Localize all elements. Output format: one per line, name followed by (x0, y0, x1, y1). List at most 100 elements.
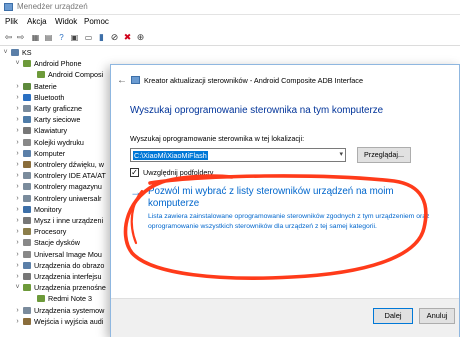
chevron-right-icon[interactable]: › (14, 272, 21, 282)
tree-item-label: Monitory (34, 204, 62, 214)
chevron-right-icon[interactable]: › (14, 194, 21, 204)
chevron-right-icon[interactable]: › (14, 160, 21, 170)
disable-device-icon[interactable]: ⊘ (109, 32, 120, 43)
menu-action[interactable]: Akcja (27, 17, 47, 26)
tree-item[interactable]: › Urządzenia systemow (0, 306, 122, 316)
chevron-right-icon[interactable]: › (14, 104, 21, 114)
chevron-right-icon[interactable]: › (14, 82, 21, 92)
tree-item[interactable]: Android Composi (0, 70, 122, 80)
tree-item[interactable]: › Monitory (0, 205, 122, 215)
page-heading: Wyszukaj oprogramowanie sterownika na ty… (130, 105, 384, 116)
properties-icon[interactable]: ▦ (30, 32, 41, 43)
tree-item[interactable]: › Komputer (0, 149, 122, 159)
chevron-right-icon[interactable]: › (14, 216, 21, 226)
tree-item[interactable]: › Universal Image Mou (0, 250, 122, 260)
device-tree: ˅ KS ˅ Android Phone Android Composi › Baterie… (0, 47, 122, 337)
tree-item[interactable]: › Kontrolery IDE ATA/AT (0, 171, 122, 181)
chevron-right-icon[interactable]: › (14, 126, 21, 136)
monitor-scan-icon[interactable]: ▭ (83, 32, 94, 43)
menu-view[interactable]: Widok (55, 17, 77, 26)
tree-item-label: Baterie (34, 81, 57, 91)
wizard-title: Kreator aktualizacji sterowników - Andro… (144, 76, 364, 85)
phone-icon (37, 71, 45, 79)
storage-icon (23, 183, 31, 191)
chevron-right-icon[interactable]: › (14, 250, 21, 260)
tree-item-label: Urządzenia interfejsu (34, 272, 102, 281)
chevron-right-icon[interactable]: › (14, 205, 21, 215)
tree-item[interactable]: › Kontrolery magazynu (0, 182, 122, 192)
chevron-right-icon[interactable]: › (14, 115, 21, 125)
drive-icon (23, 250, 31, 258)
tree-item[interactable]: ˅ Android Phone (0, 59, 122, 69)
computer-icon (23, 149, 31, 157)
system-device-icon (23, 306, 31, 314)
tree-item[interactable]: ˅ KS (0, 48, 122, 58)
back-arrow-icon[interactable]: ← (117, 75, 127, 86)
chevron-down-icon[interactable]: ˅ (14, 283, 21, 293)
chevron-right-icon[interactable]: › (14, 93, 21, 103)
disk-icon (23, 239, 31, 247)
keyboard-icon (23, 127, 31, 135)
chevron-right-icon[interactable]: › (14, 238, 21, 248)
scan-hardware-icon[interactable]: ⊕ (135, 32, 146, 43)
driver-path-input[interactable]: C:\XiaoMi\XiaoMiFlash ▾ (130, 148, 346, 162)
cancel-button[interactable]: Anuluj (419, 308, 455, 324)
tree-item[interactable]: › Urządzenia interfejsu (0, 272, 122, 282)
tree-item[interactable]: › Stacje dysków (0, 238, 122, 248)
forward-arrow-icon[interactable]: ⇨ (15, 32, 26, 43)
tree-item[interactable]: › Kolejki wydruku (0, 138, 122, 148)
tree-item-label: Android Composi (48, 70, 104, 80)
menu-help[interactable]: Pomoc (84, 17, 109, 26)
back-arrow-icon[interactable]: ⇦ (3, 32, 14, 43)
chevron-right-icon[interactable]: › (14, 317, 21, 327)
annotation-stroke (123, 174, 428, 280)
annotation-stroke-inner (130, 189, 144, 245)
usb-icon (23, 194, 31, 202)
chevron-down-icon[interactable]: ˅ (14, 59, 21, 69)
next-button[interactable]: Dalej (373, 308, 413, 324)
tree-item[interactable]: › Kontrolery dźwięku, w (0, 160, 122, 170)
chevron-down-icon[interactable]: ▾ (339, 150, 343, 158)
device-manager-titlebar: Menedżer urządzeń (0, 0, 460, 15)
tree-item[interactable]: › Klawiatury (0, 126, 122, 136)
chevron-right-icon[interactable]: › (14, 171, 21, 181)
red-annotation-circle (123, 174, 428, 280)
help-icon[interactable]: ? (56, 32, 67, 43)
tree-item[interactable]: › Mysz i inne urządzeni (0, 216, 122, 226)
tree-item-label: Universal Image Mou (34, 249, 102, 259)
tree-item-label: Karty sieciowe (34, 115, 81, 125)
details-icon[interactable]: ▤ (43, 32, 54, 43)
tree-item[interactable]: › Wejścia i wyjścia audi (0, 317, 122, 327)
chevron-right-icon[interactable]: › (14, 149, 21, 159)
driver-path-value[interactable]: C:\XiaoMi\XiaoMiFlash (133, 151, 208, 160)
uninstall-icon[interactable]: ✖ (122, 32, 133, 43)
tree-item[interactable]: › Urządzenia do obrazo (0, 261, 122, 271)
tree-item-label: Klawiatury (34, 126, 68, 136)
tree-item[interactable]: Redmi Note 3 (0, 294, 122, 304)
chevron-right-icon[interactable]: › (14, 261, 21, 271)
tree-item[interactable]: › Procesory (0, 227, 122, 237)
tree-item[interactable]: ˅ Urządzenia przenośne (0, 283, 122, 293)
chevron-right-icon[interactable]: › (14, 227, 21, 237)
menu-file[interactable]: Plik (5, 17, 18, 26)
battery-icon (23, 82, 31, 90)
tree-item[interactable]: › Karty sieciowe (0, 115, 122, 125)
update-driver-icon[interactable]: ▮ (96, 32, 107, 43)
device-manager-icon (4, 3, 13, 11)
tree-item-label: Android Phone (34, 59, 82, 69)
tree-item-label: Redmi Note 3 (48, 294, 92, 304)
tree-item[interactable]: › Bluetooth (0, 93, 122, 103)
browse-button[interactable]: Przeglądaj... (357, 147, 411, 163)
chevron-right-icon[interactable]: › (14, 306, 21, 316)
chevron-right-icon[interactable]: › (14, 138, 21, 148)
tree-item[interactable]: › Karty graficzne (0, 104, 122, 114)
chevron-down-icon[interactable]: ˅ (2, 48, 9, 58)
view-icon[interactable]: ▣ (69, 32, 80, 43)
tree-item[interactable]: › Kontrolery uniwersalr (0, 194, 122, 204)
phone-icon (37, 295, 45, 303)
monitor-icon (23, 205, 31, 213)
tree-item-label: Kolejki wydruku (34, 137, 84, 147)
chevron-right-icon[interactable]: › (14, 182, 21, 192)
camera-icon (23, 261, 31, 269)
tree-item[interactable]: › Baterie (0, 82, 122, 92)
